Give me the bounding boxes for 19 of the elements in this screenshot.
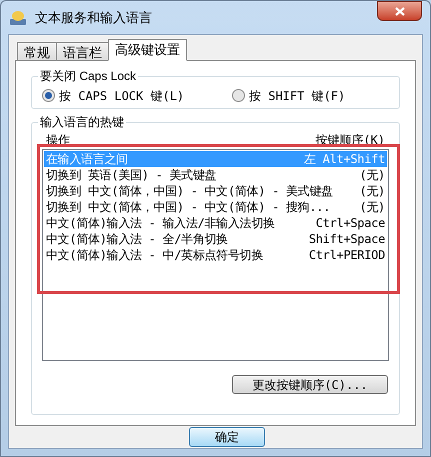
- close-icon: [394, 6, 404, 16]
- change-order-button[interactable]: 更改按键顺序(C)...: [232, 375, 388, 394]
- list-row[interactable]: 中文(简体)输入法 - 输入法/非输入法切换 Ctrl+Space: [44, 215, 387, 231]
- list-row[interactable]: 中文(简体)输入法 - 中/英标点符号切换 Ctrl+PERIOD: [44, 247, 387, 263]
- list-row[interactable]: 切换到 中文(简体，中国) - 中文(简体) - 搜狗... (无): [44, 199, 387, 215]
- list-row[interactable]: 切换到 中文(简体，中国) - 中文(简体) - 美式键盘 (无): [44, 183, 387, 199]
- close-button[interactable]: [377, 1, 422, 21]
- group-title: 输入语言的热键: [38, 114, 126, 130]
- list-row[interactable]: 切换到 英语(美国) - 美式键盘 (无): [44, 167, 387, 183]
- radio-option[interactable]: 按 SHIFT 键(F): [232, 88, 346, 102]
- ok-button[interactable]: 确定: [189, 427, 265, 447]
- list-row[interactable]: 中文(简体)输入法 - 全/半角切换 Shift+Space: [44, 231, 387, 247]
- window-title: 文本服务和输入语言: [35, 8, 152, 27]
- group-title: 要关闭 Caps Lock: [38, 68, 138, 84]
- radio-option[interactable]: 按 CAPS LOCK 键(L): [42, 88, 232, 102]
- tab[interactable]: 高级键设置: [108, 39, 187, 61]
- tab[interactable]: 语言栏: [56, 42, 109, 61]
- app-icon: [9, 10, 27, 26]
- tab[interactable]: 常规: [17, 42, 57, 61]
